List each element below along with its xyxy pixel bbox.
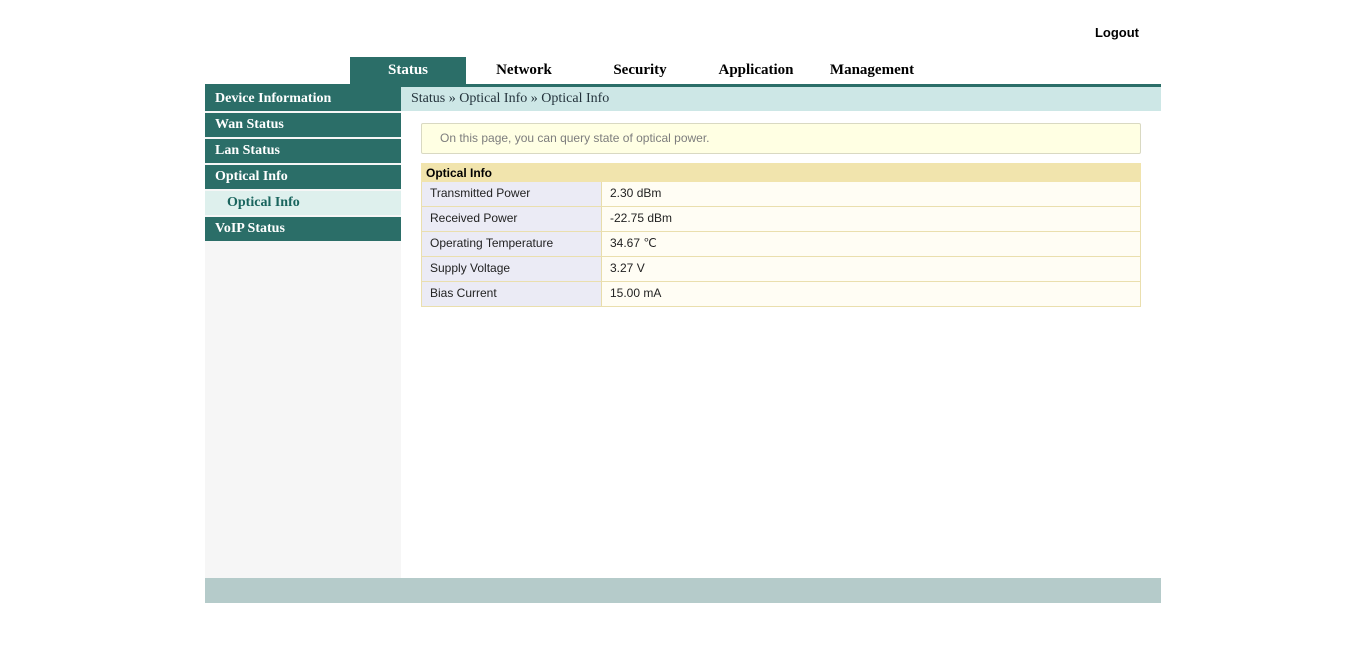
row-label: Transmitted Power bbox=[422, 182, 602, 206]
tab-management[interactable]: Management bbox=[814, 57, 930, 84]
nav-tabs: Status Network Security Application Mana… bbox=[205, 57, 1161, 84]
tab-application[interactable]: Application bbox=[698, 57, 814, 84]
breadcrumb: Status » Optical Info » Optical Info bbox=[401, 87, 1161, 111]
sidebar-item-optical-info[interactable]: Optical Info bbox=[205, 165, 401, 189]
row-value: 34.67 ℃ bbox=[602, 232, 1140, 256]
table-row: Bias Current 15.00 mA bbox=[421, 282, 1141, 307]
main-content: Status » Optical Info » Optical Info On … bbox=[401, 87, 1161, 307]
logout-link[interactable]: Logout bbox=[1095, 25, 1139, 40]
row-value: 3.27 V bbox=[602, 257, 1140, 281]
table-row: Supply Voltage 3.27 V bbox=[421, 257, 1141, 282]
footer-bar bbox=[205, 578, 1161, 603]
page-note: On this page, you can query state of opt… bbox=[421, 123, 1141, 154]
table-row: Transmitted Power 2.30 dBm bbox=[421, 182, 1141, 207]
row-label: Received Power bbox=[422, 207, 602, 231]
sidebar-item-device-information[interactable]: Device Information bbox=[205, 87, 401, 111]
row-label: Bias Current bbox=[422, 282, 602, 306]
sidebar-item-lan-status[interactable]: Lan Status bbox=[205, 139, 401, 163]
table-row: Received Power -22.75 dBm bbox=[421, 207, 1141, 232]
tab-network[interactable]: Network bbox=[466, 57, 582, 84]
row-label: Operating Temperature bbox=[422, 232, 602, 256]
row-label: Supply Voltage bbox=[422, 257, 602, 281]
row-value: -22.75 dBm bbox=[602, 207, 1140, 231]
tab-security[interactable]: Security bbox=[582, 57, 698, 84]
row-value: 15.00 mA bbox=[602, 282, 1140, 306]
page: Logout Status Network Security Applicati… bbox=[0, 0, 1366, 657]
sidebar-item-wan-status[interactable]: Wan Status bbox=[205, 113, 401, 137]
tab-status[interactable]: Status bbox=[350, 57, 466, 84]
table-title: Optical Info bbox=[421, 163, 1141, 182]
optical-info-table: Optical Info Transmitted Power 2.30 dBm … bbox=[421, 163, 1141, 307]
sidebar: Device Information Wan Status Lan Status… bbox=[205, 87, 401, 578]
row-value: 2.30 dBm bbox=[602, 182, 1140, 206]
sidebar-subitem-optical-info[interactable]: Optical Info bbox=[205, 191, 401, 215]
sidebar-item-voip-status[interactable]: VoIP Status bbox=[205, 217, 401, 241]
table-row: Operating Temperature 34.67 ℃ bbox=[421, 232, 1141, 257]
